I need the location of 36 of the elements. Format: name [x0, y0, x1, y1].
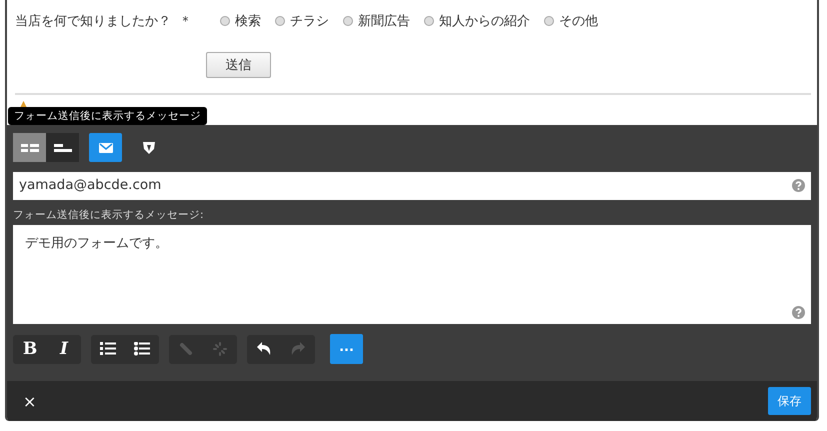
radio-button[interactable]	[343, 16, 353, 26]
close-button[interactable]: ×	[19, 392, 40, 410]
radio-button[interactable]	[544, 16, 554, 26]
redo-icon	[290, 342, 306, 356]
radio-label: チラシ	[290, 13, 329, 30]
unlink-icon	[213, 342, 227, 356]
message-field[interactable]: デモ用のフォームです。	[13, 225, 811, 324]
list-icon	[100, 342, 116, 356]
radio-label: 検索	[235, 13, 261, 30]
mail-icon	[98, 142, 112, 152]
required-mark: ＊	[179, 13, 192, 30]
undo-icon	[256, 342, 272, 356]
submit-button[interactable]: 送信	[206, 52, 271, 78]
help-icon[interactable]	[792, 179, 805, 192]
email-field[interactable]: yamada@abcde.com	[13, 172, 811, 200]
two-column-icon	[20, 142, 38, 152]
radio-label: 新聞広告	[358, 13, 410, 30]
radio-button[interactable]	[424, 16, 434, 26]
mail-button[interactable]	[89, 133, 122, 162]
layout-button[interactable]	[46, 133, 79, 162]
message-label: フォーム送信後に表示するメッセージ:	[13, 208, 205, 223]
email-value: yamada@abcde.com	[19, 177, 162, 193]
radio-button[interactable]	[275, 16, 285, 26]
tooltip: フォーム送信後に表示するメッセージ	[8, 107, 207, 125]
italic-button[interactable]: I	[47, 334, 81, 364]
one-column-icon	[54, 142, 72, 152]
radio-button[interactable]	[220, 16, 230, 26]
help-icon[interactable]	[792, 306, 805, 319]
bold-button[interactable]: B	[13, 334, 47, 364]
message-value: デモ用のフォームです。	[25, 236, 168, 251]
link-icon	[179, 342, 193, 356]
radio-label: その他	[559, 13, 598, 30]
shield-icon	[142, 140, 154, 154]
question-label: 当店を何で知りましたか？	[15, 13, 171, 30]
radio-label: 知人からの紹介	[439, 13, 530, 30]
list-icon	[134, 342, 150, 356]
